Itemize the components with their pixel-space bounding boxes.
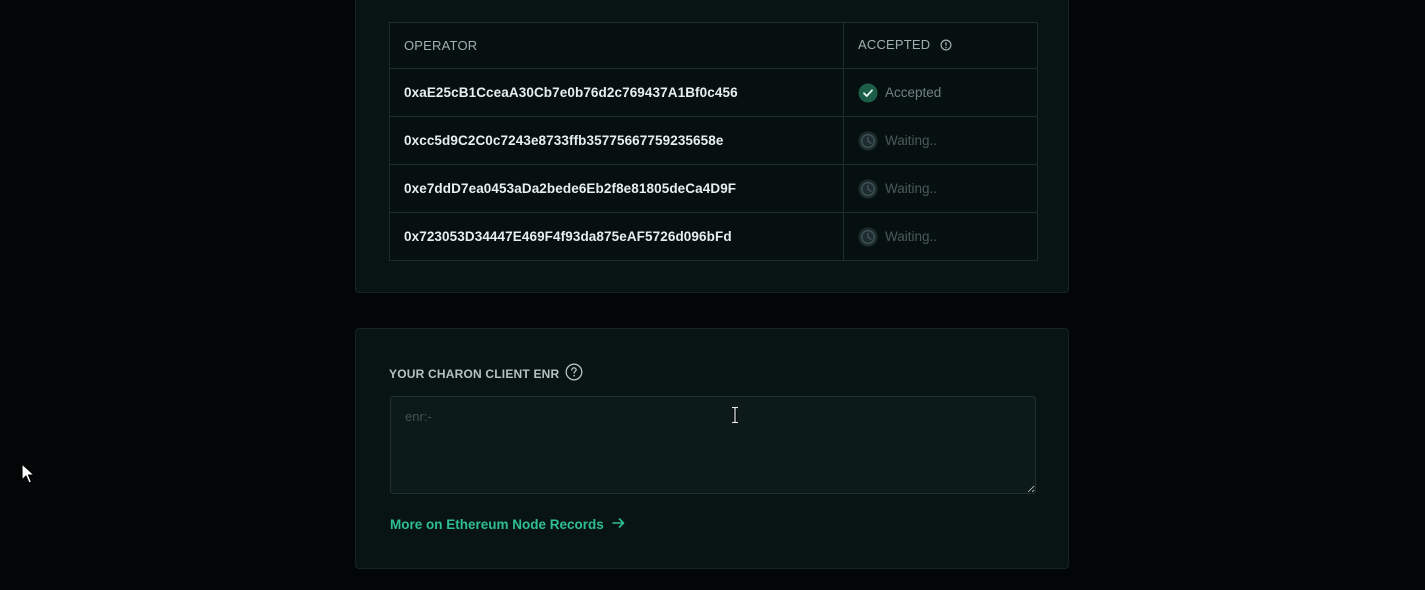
status-label: Waiting.. <box>885 181 938 196</box>
status-waiting: Waiting.. <box>858 131 1023 151</box>
clock-icon <box>858 227 878 247</box>
text-cursor-icon <box>729 406 741 429</box>
enr-card: YOUR CHARON CLIENT ENR More on Ethereum … <box>355 328 1069 569</box>
status-waiting: Waiting.. <box>858 227 1023 247</box>
enr-label-text: YOUR CHARON CLIENT ENR <box>389 366 560 381</box>
operator-address: 0xcc5d9C2C0c7243e8733ffb3577566775923565… <box>389 116 844 165</box>
status-cell: Waiting.. <box>843 212 1038 261</box>
clock-icon <box>858 131 878 151</box>
operators-table: OPERATOR ACCEPTED 0xaE25cB1CceaA30Cb7e0b… <box>389 22 1038 261</box>
status-cell: Accepted <box>843 68 1038 117</box>
operator-address: 0xaE25cB1CceaA30Cb7e0b76d2c769437A1Bf0c4… <box>389 68 844 117</box>
status-cell: Waiting.. <box>843 164 1038 213</box>
status-label: Waiting.. <box>885 229 938 244</box>
ethereum-node-records-link[interactable]: More on Ethereum Node Records <box>390 517 625 532</box>
accepted-header-label: ACCEPTED <box>858 37 931 53</box>
status-accepted: Accepted <box>858 83 1023 103</box>
table-row: 0x723053D34447E469F4f93da875eAF5726d096b… <box>389 212 1038 261</box>
status-label: Accepted <box>885 85 942 100</box>
check-circle-icon <box>858 83 878 103</box>
accepted-column-header: ACCEPTED <box>843 22 1038 69</box>
enr-label: YOUR CHARON CLIENT ENR <box>389 363 583 384</box>
operators-card: OPERATOR ACCEPTED 0xaE25cB1CceaA30Cb7e0b… <box>355 0 1069 293</box>
operator-header-label: OPERATOR <box>404 38 478 53</box>
enr-input[interactable] <box>390 396 1036 494</box>
arrow-right-icon <box>611 517 625 532</box>
link-label: More on Ethereum Node Records <box>390 517 604 532</box>
table-row: 0xaE25cB1CceaA30Cb7e0b76d2c769437A1Bf0c4… <box>389 68 1038 117</box>
table-row: 0xcc5d9C2C0c7243e8733ffb3577566775923565… <box>389 116 1038 165</box>
operator-address: 0xe7ddD7ea0453aDa2bede6Eb2f8e81805deCa4D… <box>389 164 844 213</box>
clock-icon <box>858 179 878 199</box>
operator-address: 0x723053D34447E469F4f93da875eAF5726d096b… <box>389 212 844 261</box>
status-label: Waiting.. <box>885 133 938 148</box>
table-header-row: OPERATOR ACCEPTED <box>389 22 1038 69</box>
mouse-pointer-icon <box>21 463 35 490</box>
info-circle-icon[interactable] <box>940 39 952 54</box>
page: OPERATOR ACCEPTED 0xaE25cB1CceaA30Cb7e0b… <box>0 0 1425 590</box>
status-cell: Waiting.. <box>843 116 1038 165</box>
operator-column-header: OPERATOR <box>389 22 844 69</box>
table-row: 0xe7ddD7ea0453aDa2bede6Eb2f8e81805deCa4D… <box>389 164 1038 213</box>
status-waiting: Waiting.. <box>858 179 1023 199</box>
question-circle-icon[interactable] <box>565 363 583 384</box>
